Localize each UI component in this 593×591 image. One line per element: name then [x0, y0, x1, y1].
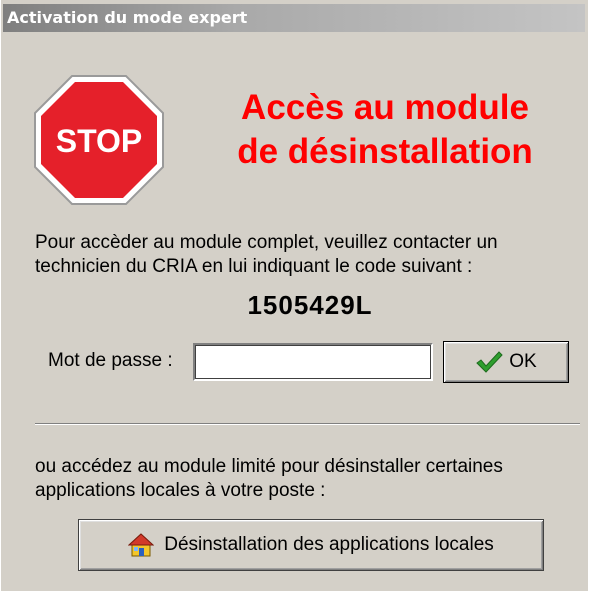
ok-button-label: OK	[509, 351, 537, 372]
info-line-1: Pour accèder au module complet, veuillez…	[35, 232, 498, 253]
info-text: Pour accèder au module complet, veuillez…	[35, 231, 580, 279]
stop-sign-icon: STOP	[34, 75, 164, 205]
uninstall-button-label: Désinstallation des applications locales	[164, 534, 494, 555]
headline-line-1: Accès au module	[241, 88, 529, 127]
password-label: Mot de passe :	[48, 350, 173, 371]
headline: Accès au module de désinstallation	[190, 86, 580, 174]
password-input[interactable]	[193, 343, 433, 381]
limited-access-text: ou accédez au module limité pour désinst…	[35, 455, 580, 503]
info-line-2: technicien du CRIA en lui indiquant le c…	[35, 256, 473, 277]
window-title: Activation du mode expert	[3, 4, 585, 32]
headline-line-2: de désinstallation	[237, 132, 533, 171]
activation-code: 1505429L	[247, 290, 373, 320]
expert-mode-dialog: Activation du mode expert STOP Accès au …	[0, 0, 588, 591]
limited-line-2: applications locales à votre poste :	[35, 480, 326, 501]
ok-button[interactable]: OK	[443, 341, 569, 383]
stop-sign-text: STOP	[56, 123, 143, 159]
house-icon	[128, 533, 155, 557]
limited-line-1: ou accédez au module limité pour désinst…	[35, 456, 503, 477]
checkmark-icon	[476, 351, 503, 373]
uninstall-local-apps-button[interactable]: Désinstallation des applications locales	[78, 519, 544, 571]
divider	[35, 423, 580, 425]
